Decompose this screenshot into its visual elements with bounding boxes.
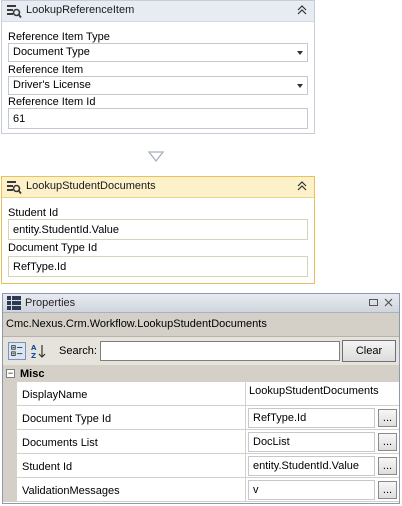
reference-item-id-value: 61 <box>13 113 26 125</box>
document-type-id-value: RefType.Id <box>13 261 67 273</box>
reference-item-type-label: Reference Item Type <box>8 31 110 43</box>
property-row-document-type-id[interactable]: Document Type Id RefType.Id ... <box>3 406 399 430</box>
property-value-input[interactable]: RefType.Id <box>248 408 375 428</box>
reference-item-id-label: Reference Item Id <box>8 96 96 108</box>
flow-arrow-icon <box>148 151 164 162</box>
selected-object-name: Cmc.Nexus.Crm.Workflow.LookupStudentDocu… <box>3 313 399 337</box>
document-type-id-input[interactable]: RefType.Id <box>8 256 308 277</box>
properties-titlebar[interactable]: Properties <box>3 294 399 313</box>
activity-lookup-reference-item[interactable]: LookupReferenceItem Reference Item Type … <box>1 0 315 134</box>
student-id-value: entity.StudentId.Value <box>13 224 119 236</box>
property-row-student-id[interactable]: Student Id entity.StudentId.Value ... <box>3 454 399 478</box>
activity-header[interactable]: LookupStudentDocuments <box>2 177 314 198</box>
ellipsis-button[interactable]: ... <box>378 433 397 451</box>
ellipsis-button[interactable]: ... <box>378 409 397 427</box>
search-input[interactable] <box>100 341 340 361</box>
activity-title: LookupReferenceItem <box>26 4 135 16</box>
property-grid: − Misc DisplayName LookupStudentDocument… <box>3 366 399 503</box>
properties-icon <box>7 296 21 310</box>
dropdown-arrow-icon[interactable] <box>297 51 303 55</box>
reference-item-type-value: Document Type <box>13 46 90 58</box>
reference-item-dropdown[interactable]: Driver's License <box>8 76 308 95</box>
ellipsis-button[interactable]: ... <box>378 481 397 499</box>
property-value[interactable]: LookupStudentDocuments <box>249 385 379 397</box>
ellipsis-button[interactable]: ... <box>378 457 397 475</box>
lookup-activity-icon <box>7 5 22 19</box>
student-id-label: Student Id <box>8 207 59 219</box>
svg-text:Z: Z <box>31 352 36 360</box>
collapse-icon[interactable] <box>296 180 308 192</box>
property-name: Student Id <box>17 454 246 478</box>
lookup-activity-icon <box>7 181 22 195</box>
reference-item-label: Reference Item <box>8 64 84 76</box>
categorized-view-icon[interactable] <box>8 342 26 360</box>
panel-title: Properties <box>25 297 76 309</box>
restore-icon[interactable] <box>368 297 379 308</box>
student-id-input[interactable]: entity.StudentId.Value <box>8 219 308 240</box>
clear-button[interactable]: Clear <box>342 340 396 362</box>
property-value-input[interactable]: v <box>248 480 375 500</box>
activity-lookup-student-documents[interactable]: LookupStudentDocuments Student Id entity… <box>1 176 315 284</box>
close-icon[interactable] <box>383 297 394 308</box>
properties-panel: Properties Cmc.Nexus.Crm.Workflow.Lookup… <box>2 293 400 504</box>
collapse-minus-icon[interactable]: − <box>6 369 15 378</box>
property-name: DisplayName <box>17 382 246 406</box>
activity-title: LookupStudentDocuments <box>26 180 156 192</box>
property-value-input[interactable]: DocList <box>248 432 375 452</box>
dropdown-arrow-icon[interactable] <box>297 84 303 88</box>
search-label: Search: <box>59 345 97 357</box>
property-row-displayname[interactable]: DisplayName LookupStudentDocuments <box>3 382 399 406</box>
category-label: Misc <box>20 368 45 380</box>
reference-item-id-input[interactable]: 61 <box>8 108 308 129</box>
alphabetical-sort-icon[interactable]: A Z <box>29 342 47 360</box>
property-name: ValidationMessages <box>17 478 246 502</box>
property-name: Documents List <box>17 430 246 454</box>
svg-text:A: A <box>31 344 37 352</box>
reference-item-value: Driver's License <box>13 79 91 91</box>
property-name: Document Type Id <box>17 406 246 430</box>
reference-item-type-dropdown[interactable]: Document Type <box>8 43 308 62</box>
activity-header[interactable]: LookupReferenceItem <box>2 1 314 22</box>
property-row-validation-messages[interactable]: ValidationMessages v ... <box>3 478 399 502</box>
properties-toolbar: A Z Search: Clear <box>3 337 399 365</box>
category-row-misc[interactable]: − Misc <box>3 366 399 382</box>
property-value-input[interactable]: entity.StudentId.Value <box>248 456 375 476</box>
property-row-documents-list[interactable]: Documents List DocList ... <box>3 430 399 454</box>
document-type-id-label: Document Type Id <box>8 242 98 254</box>
collapse-icon[interactable] <box>296 4 308 16</box>
